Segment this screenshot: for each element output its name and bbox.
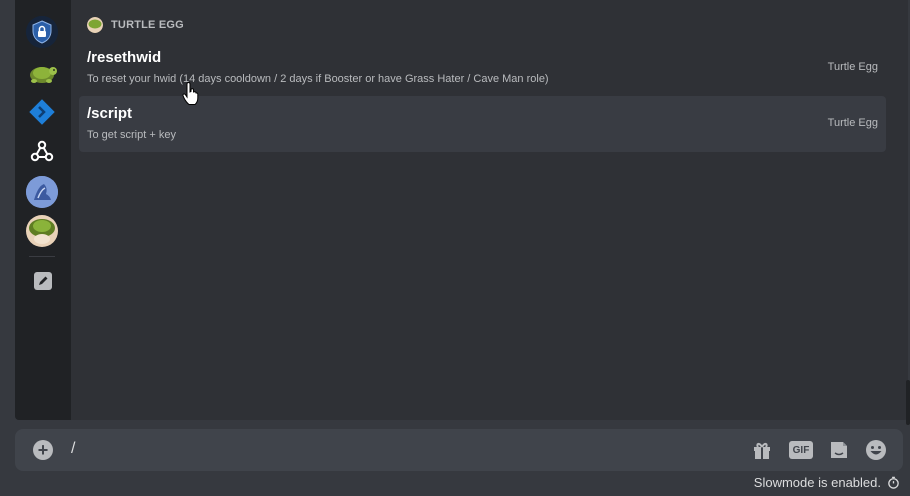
webhook-server-icon[interactable] (26, 136, 58, 168)
shield-lock-server-icon[interactable] (26, 16, 58, 48)
turtle-egg-server-icon[interactable] (26, 56, 58, 88)
plus-icon: + (37, 440, 49, 460)
slowmode-text: Slowmode is enabled. (753, 475, 881, 490)
message-input[interactable]: / (71, 440, 75, 458)
blue-avatar-server-icon[interactable] (26, 176, 58, 208)
command-name: /resethwid (87, 49, 162, 66)
emoji-button[interactable] (865, 439, 887, 461)
command-row-script[interactable]: /script To get script + key Turtle Egg (79, 96, 886, 152)
command-list: TURTLE EGG /resethwid To reset your hwid… (71, 0, 908, 420)
section-header: TURTLE EGG (87, 16, 184, 34)
scrollbar[interactable] (906, 380, 910, 425)
diamond-icon (29, 99, 55, 125)
emoji-icon (866, 440, 886, 460)
attach-plus-button[interactable]: + (33, 440, 53, 460)
blue-diamond-server-icon[interactable] (26, 96, 58, 128)
turtle-icon (26, 215, 58, 247)
stopwatch-icon (888, 476, 899, 489)
section-title: TURTLE EGG (111, 19, 184, 31)
sidebar-divider (29, 256, 55, 257)
command-autocomplete-popup: TURTLE EGG /resethwid To reset your hwid… (15, 0, 908, 420)
sticker-icon (831, 442, 847, 458)
gift-icon (754, 443, 770, 459)
turtle-icon (87, 17, 103, 33)
gift-button[interactable] (751, 439, 773, 461)
turtle-avatar-server-icon[interactable] (26, 215, 58, 247)
turtle-egg-avatar (87, 17, 103, 33)
command-source: Turtle Egg (827, 61, 878, 73)
shield-lock-icon (26, 16, 58, 48)
turtle-icon (30, 67, 57, 83)
webhook-icon (30, 140, 54, 162)
command-row-resethwid[interactable]: /resethwid To reset your hwid (14 days c… (79, 40, 886, 96)
edit-pencil-button[interactable] (34, 272, 52, 290)
gif-button[interactable]: GIF (789, 439, 813, 461)
message-composer[interactable]: + / GIF (15, 429, 903, 471)
gif-icon: GIF (789, 441, 813, 459)
sticker-button[interactable] (828, 439, 850, 461)
pencil-icon (39, 276, 48, 285)
command-description: To reset your hwid (14 days cooldown / 2… (87, 73, 549, 85)
avatar-icon (26, 176, 58, 208)
command-name: /script (87, 105, 133, 122)
slowmode-notice: Slowmode is enabled. (754, 475, 900, 490)
command-description: To get script + key (87, 129, 176, 141)
command-source: Turtle Egg (827, 117, 878, 129)
command-source-sidebar (15, 0, 71, 420)
